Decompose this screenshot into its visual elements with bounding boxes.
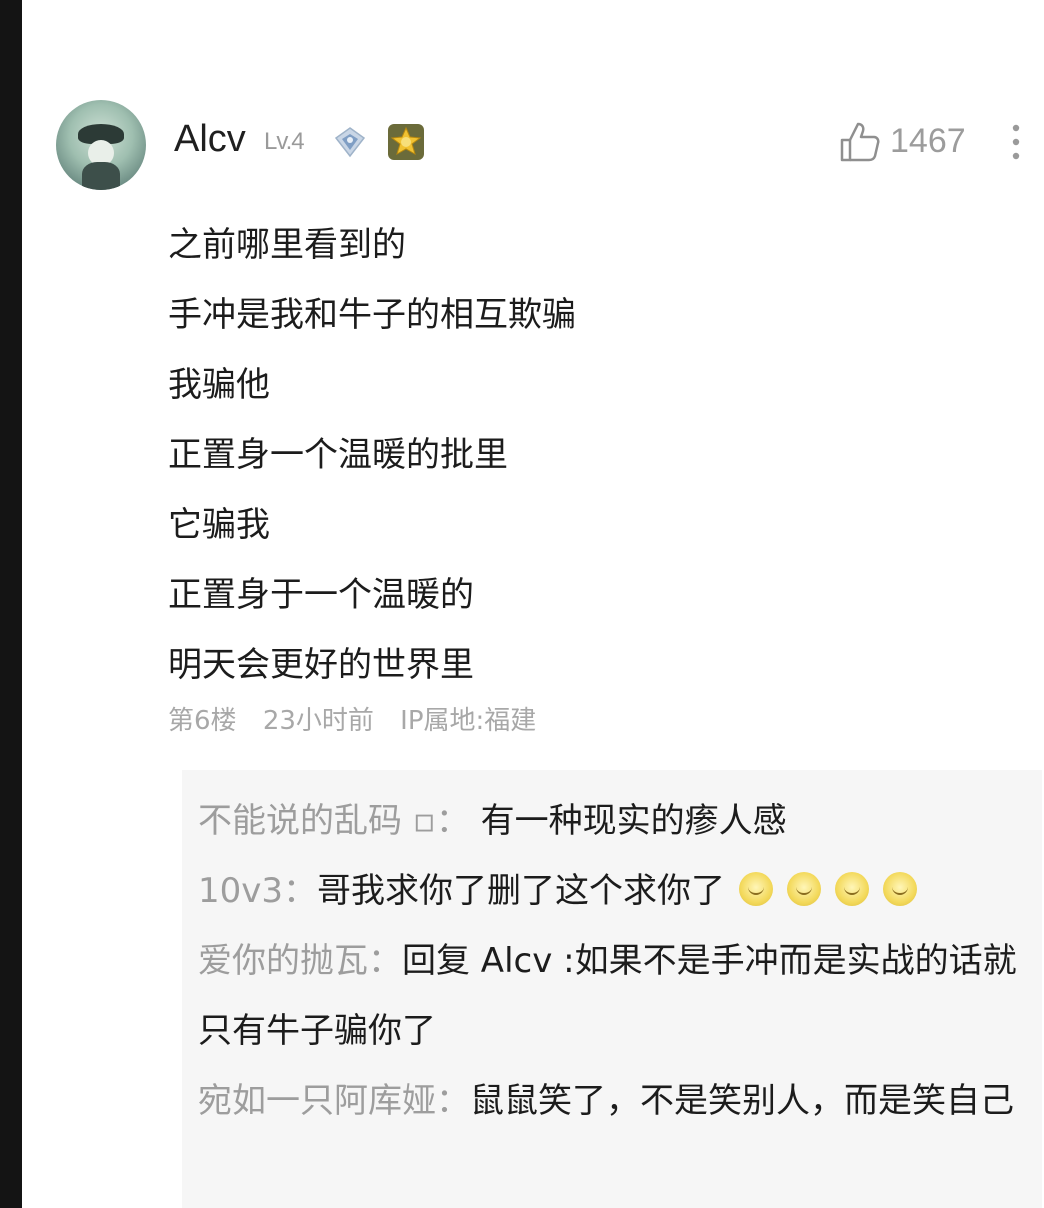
left-edge-strip (0, 0, 22, 1208)
reply-item[interactable]: 宛如一只阿库娅：鼠鼠笑了，不是笑别人，而是笑自己 (198, 1066, 1028, 1136)
reply-text: 鼠鼠笑了，不是笑别人，而是笑自己 (470, 1081, 1014, 1121)
floor-number: 第6楼 (168, 706, 237, 736)
grin-emoji-icon (883, 872, 918, 906)
avatar-body (82, 162, 120, 190)
comment-card: Alcv Lv.4 1467 之前哪里看到的 手冲是我和牛子的相互欺骗 我骗他 … (22, 0, 1044, 1208)
reply-text: 哥我求你了删了这个求你了 (317, 871, 726, 911)
comment-line: 手冲是我和牛子的相互欺骗 (168, 295, 576, 335)
reply-author[interactable]: 爱你的抛瓦： (198, 941, 402, 981)
reply-item[interactable]: 不能说的乱码 ▫： 有一种现实的瘆人感 (198, 786, 1028, 856)
comment-line: 我骗他 (168, 365, 270, 405)
like-count: 1467 (890, 122, 966, 160)
reply-item[interactable]: 10v3：哥我求你了删了这个求你了 (198, 856, 1028, 926)
thumbs-up-icon[interactable] (838, 120, 882, 164)
avatar[interactable] (56, 100, 146, 190)
level-badge: Lv.4 (264, 128, 305, 155)
comment-line: 正置身于一个温暖的 (168, 575, 474, 615)
comment-line: 正置身一个温暖的批里 (168, 435, 508, 475)
comment-line: 之前哪里看到的 (168, 225, 406, 265)
ip-location: IP属地:福建 (400, 706, 537, 736)
username[interactable]: Alcv (174, 118, 246, 161)
comment-meta: 第6楼 23小时前 IP属地:福建 (168, 700, 554, 737)
grin-emoji-icon (787, 872, 822, 906)
comment-line: 明天会更好的世界里 (168, 645, 474, 685)
reply-author[interactable]: 宛如一只阿库娅： (198, 1081, 470, 1121)
more-vertical-icon[interactable] (1002, 120, 1030, 164)
medal-icon (388, 124, 424, 160)
gem-icon (334, 127, 366, 158)
reply-author[interactable]: 10v3： (198, 871, 317, 911)
comment-body: 之前哪里看到的 手冲是我和牛子的相互欺骗 我骗他 正置身一个温暖的批里 它骗我 … (168, 210, 576, 700)
grin-emoji-icon (739, 872, 774, 906)
replies-panel[interactable]: 不能说的乱码 ▫： 有一种现实的瘆人感 10v3：哥我求你了删了这个求你了 爱你… (182, 770, 1042, 1208)
grin-emoji-icon (835, 872, 870, 906)
comment-line: 它骗我 (168, 505, 270, 545)
reply-item[interactable]: 爱你的抛瓦：回复 Alcv :如果不是手冲而是实战的话就只有牛子骗你了 (198, 926, 1028, 1066)
reply-text: 有一种现实的瘆人感 (469, 801, 787, 841)
reply-author[interactable]: 不能说的乱码 ▫： (198, 801, 470, 841)
post-time: 23小时前 (262, 706, 374, 736)
